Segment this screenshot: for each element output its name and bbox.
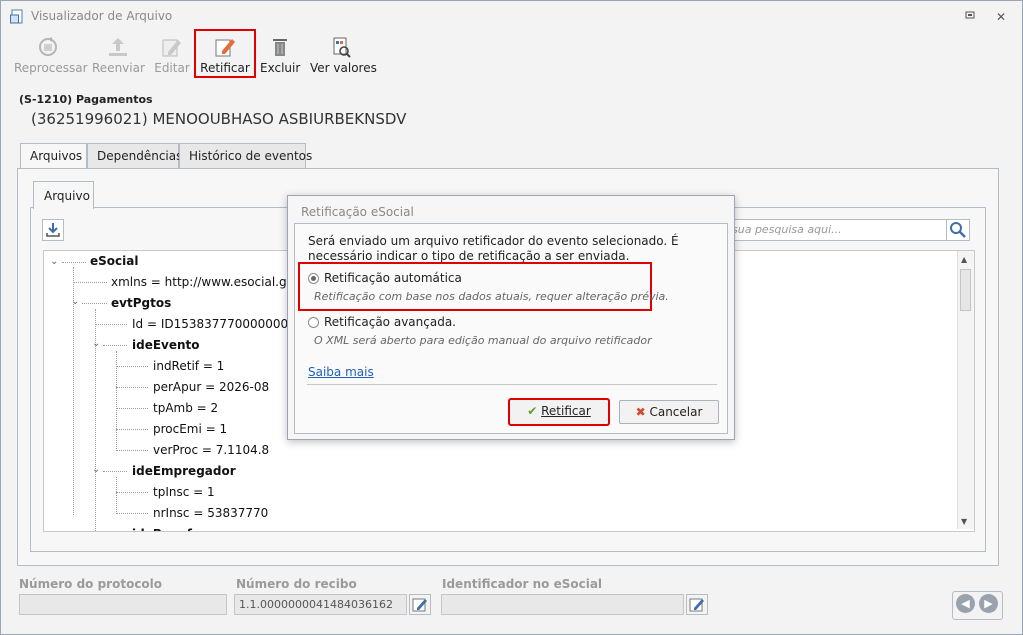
reprocess-icon bbox=[39, 37, 57, 56]
tree-node[interactable]: xmlns = http://www.esocial.gov.b bbox=[111, 275, 312, 289]
tab-arquivo[interactable]: Arquivo bbox=[33, 181, 94, 209]
search-button[interactable] bbox=[946, 219, 970, 241]
option-auto-desc: Retificação com base nos dados atuais, r… bbox=[314, 290, 669, 303]
option-advanced-label[interactable]: Retificação avançada. bbox=[324, 315, 456, 329]
title-bar: Visualizador de Arquivo ✕ bbox=[1, 1, 1022, 31]
tree-node[interactable]: indRetif = 1 bbox=[153, 359, 224, 373]
window-title: Visualizador de Arquivo bbox=[31, 9, 173, 23]
edit-identifier-button[interactable] bbox=[686, 594, 708, 615]
tree-node[interactable]: evtPgtos bbox=[111, 296, 171, 310]
cancel-button[interactable]: ✖ Cancelar bbox=[619, 400, 719, 424]
tab-historico[interactable]: Histórico de eventos bbox=[179, 143, 312, 168]
option-auto-label[interactable]: Retificação automática bbox=[324, 271, 462, 285]
editar-button[interactable]: Editar bbox=[154, 30, 190, 76]
app-icon bbox=[10, 9, 23, 24]
next-icon[interactable]: ▶ bbox=[979, 594, 998, 613]
edit-icon bbox=[689, 598, 704, 612]
edit-icon bbox=[412, 598, 427, 612]
scroll-down-icon[interactable]: ▼ bbox=[961, 517, 967, 526]
collapse-icon[interactable]: ⌄ bbox=[50, 257, 60, 267]
edit-receipt-button[interactable] bbox=[409, 594, 431, 615]
tree-node[interactable]: ideEvento bbox=[132, 338, 200, 352]
learn-more-link[interactable]: Saiba mais bbox=[308, 365, 374, 379]
dialog-title: Retificação eSocial bbox=[301, 205, 414, 219]
toolbar: Reprocessar Reenviar Editar Retificar Ex… bbox=[8, 29, 1016, 78]
reenviar-button[interactable]: Reenviar bbox=[92, 30, 145, 76]
tree-node[interactable]: verProc = 7.1104.8 bbox=[153, 443, 269, 457]
close-icon[interactable]: ✕ bbox=[993, 9, 1009, 25]
confirm-retificar-button[interactable]: ✔ Retificar bbox=[508, 398, 610, 426]
collapse-icon[interactable]: ⌄ bbox=[92, 465, 102, 475]
tab-arquivos[interactable]: Arquivos bbox=[20, 143, 87, 170]
tree-scrollbar[interactable]: ▲ ▼ bbox=[957, 251, 974, 529]
excluir-button[interactable]: Excluir bbox=[260, 30, 300, 76]
tree-node[interactable]: nrInsc = 53837770 bbox=[153, 506, 268, 520]
edit-icon bbox=[162, 39, 181, 57]
tree-node[interactable]: eSocial bbox=[90, 254, 138, 268]
receipt-field[interactable]: 1.1.0000000041484036162 bbox=[234, 594, 407, 615]
scroll-up-icon[interactable]: ▲ bbox=[961, 255, 967, 264]
tree-node[interactable]: perApur = 2026-08 bbox=[153, 380, 269, 394]
collapse-icon[interactable]: ⌄ bbox=[92, 339, 102, 349]
tree-node[interactable]: tpAmb = 2 bbox=[153, 401, 218, 415]
tree-node[interactable]: tpInsc = 1 bbox=[153, 485, 215, 499]
search-icon bbox=[950, 222, 966, 238]
upload-icon bbox=[109, 38, 127, 56]
radio-advanced[interactable] bbox=[308, 317, 319, 328]
tree-node[interactable]: Id = ID153837770000000 bbox=[132, 317, 288, 331]
receipt-label: Número do recibo bbox=[236, 577, 357, 591]
tree-node[interactable]: ideEmpregador bbox=[132, 464, 236, 478]
protocol-field[interactable] bbox=[19, 594, 227, 615]
tree-node[interactable]: procEmi = 1 bbox=[153, 422, 227, 436]
event-title: (S-1210) Pagamentos bbox=[19, 93, 153, 106]
ver-valores-button[interactable]: Ver valores bbox=[310, 30, 377, 76]
option-advanced-desc: O XML será aberto para edição manual do … bbox=[314, 334, 652, 347]
confirm-label: Retificar bbox=[541, 404, 591, 418]
retificacao-dialog: Retificação eSocial Será enviado um arqu… bbox=[287, 195, 735, 440]
scroll-thumb[interactable] bbox=[960, 269, 971, 311]
restore-icon[interactable] bbox=[962, 9, 978, 25]
retificar-button[interactable]: Retificar bbox=[194, 29, 256, 78]
search-input[interactable]: sua pesquisa aqui... bbox=[727, 219, 947, 241]
dialog-separator bbox=[307, 384, 717, 385]
protocol-label: Número do protocolo bbox=[19, 577, 163, 591]
employee-name: (36251996021) MENOOUBHASO ASBIURBEKNSDV bbox=[31, 110, 407, 128]
radio-auto[interactable] bbox=[308, 273, 319, 284]
tree-node[interactable]: ideBenef bbox=[132, 527, 192, 531]
cancel-label: Cancelar bbox=[649, 405, 703, 419]
reprocessar-button[interactable]: Reprocessar bbox=[14, 30, 88, 76]
check-icon: ✔ bbox=[527, 404, 538, 418]
download-icon bbox=[46, 223, 60, 237]
cancel-icon: ✖ bbox=[635, 405, 646, 419]
download-button[interactable] bbox=[42, 219, 64, 241]
dialog-message: Será enviado um arquivo retificador do e… bbox=[308, 234, 679, 263]
collapse-icon[interactable]: ⌄ bbox=[71, 297, 81, 307]
trash-icon bbox=[273, 39, 287, 56]
dialog-body: Será enviado um arquivo retificador do e… bbox=[294, 223, 728, 434]
view-values-icon bbox=[333, 37, 351, 58]
previous-icon[interactable]: ◀ bbox=[956, 594, 975, 613]
identifier-field[interactable] bbox=[441, 594, 684, 615]
rectify-icon bbox=[215, 39, 235, 57]
tab-dependencias[interactable]: Dependências bbox=[87, 143, 182, 168]
identifier-label: Identificador no eSocial bbox=[442, 577, 603, 591]
